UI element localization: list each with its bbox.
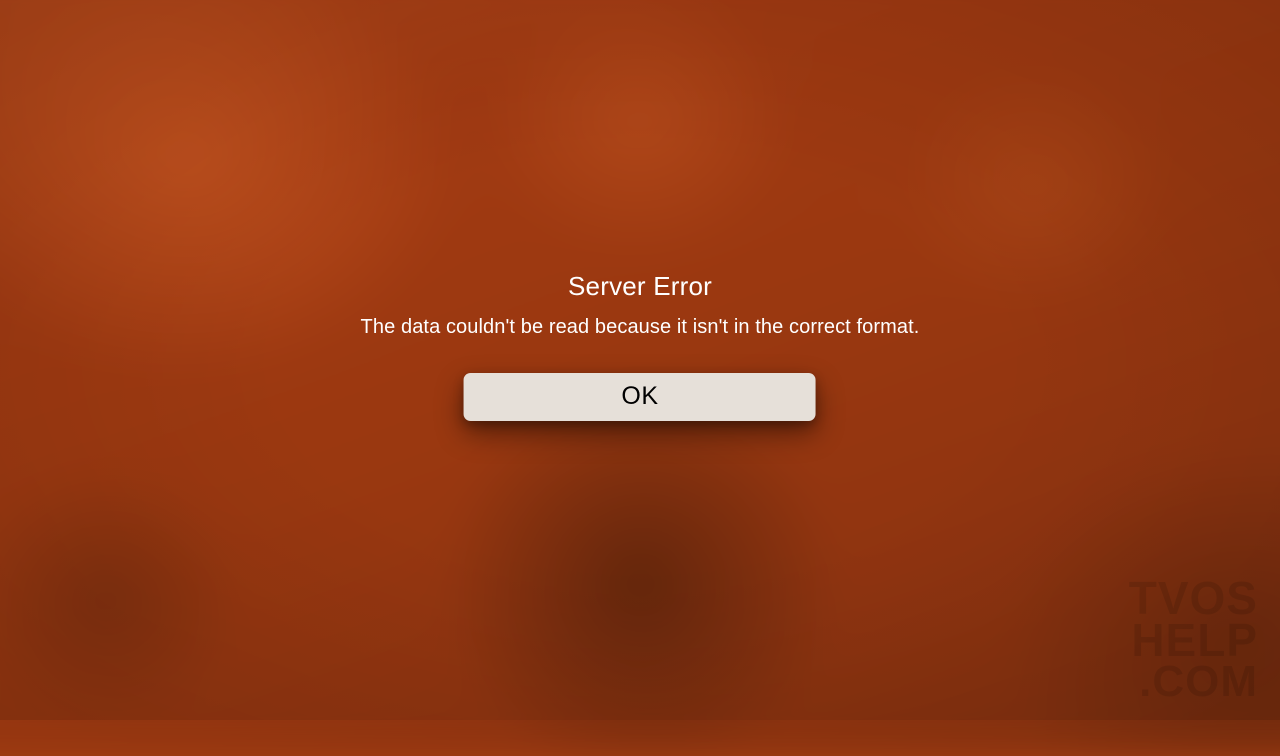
ok-button-label: OK xyxy=(621,382,658,411)
ok-button[interactable]: OK xyxy=(464,373,816,421)
alert-dialog: Server Error The data couldn't be read b… xyxy=(361,271,920,421)
watermark-line1: TVOS xyxy=(1129,577,1258,619)
watermark-line3: .COM xyxy=(1129,662,1258,702)
alert-message: The data couldn't be read because it isn… xyxy=(361,316,920,339)
alert-title: Server Error xyxy=(568,271,712,302)
watermark-line2: HELP xyxy=(1129,619,1258,661)
watermark: TVOS HELP .COM xyxy=(1129,577,1258,702)
